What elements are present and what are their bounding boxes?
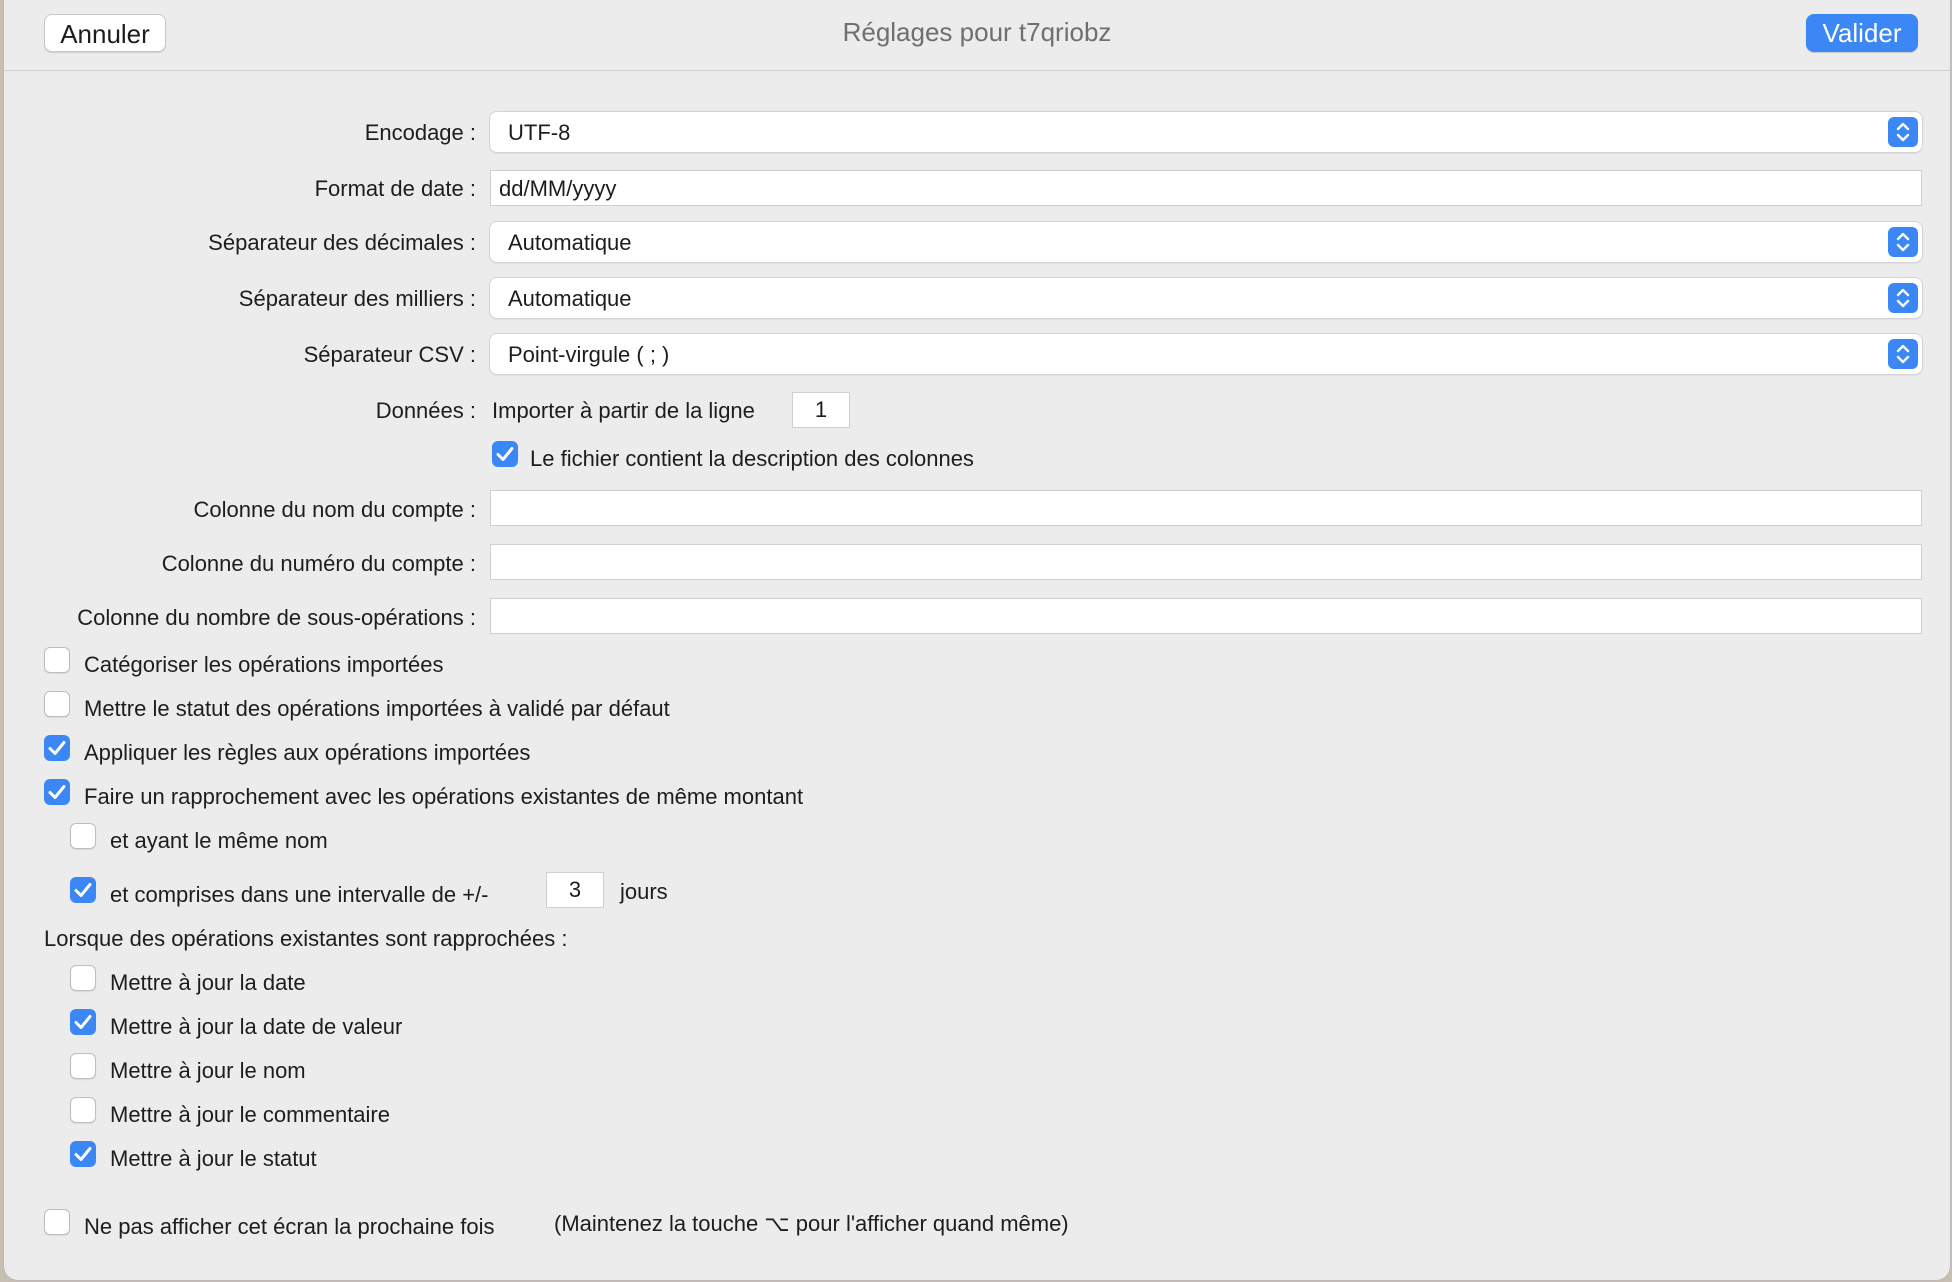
validate-button[interactable]: Valider — [1806, 14, 1918, 52]
thousands-separator-value: Automatique — [508, 286, 632, 311]
update-date-checkbox[interactable] — [70, 965, 96, 991]
thousands-separator-select[interactable]: Automatique — [490, 278, 1922, 318]
option-match-amount-label: Faire un rapprochement avec les opératio… — [84, 784, 804, 809]
has-header-checkbox[interactable] — [492, 441, 518, 467]
decimal-separator-label: Séparateur des décimales : — [208, 230, 476, 255]
thousands-separator-label: Séparateur des milliers : — [238, 286, 476, 311]
updown-chevron-icon — [1888, 339, 1918, 369]
match-interval-checkbox[interactable] — [70, 877, 96, 903]
account-number-col-label: Colonne du numéro du compte : — [161, 551, 476, 576]
checkmark-icon — [48, 785, 66, 799]
update-value-date-label: Mettre à jour la date de valeur — [110, 1014, 403, 1039]
encoding-value: UTF-8 — [508, 120, 571, 145]
account-name-col-label: Colonne du nom du compte : — [193, 497, 476, 522]
reconcile-heading: Lorsque des opérations existantes sont r… — [44, 926, 568, 951]
update-name-label: Mettre à jour le nom — [110, 1058, 306, 1083]
has-header-label: Le fichier contient la description des c… — [530, 446, 974, 471]
option-categorize-checkbox[interactable] — [44, 647, 70, 673]
csv-separator-select[interactable]: Point-virgule ( ; ) — [490, 334, 1922, 374]
option-apply-rules-label: Appliquer les règles aux opérations impo… — [84, 740, 531, 765]
match-same-name-checkbox[interactable] — [70, 823, 96, 849]
checkmark-icon — [496, 447, 514, 461]
account-number-col-field[interactable] — [490, 544, 1922, 580]
option-categorize-label: Catégoriser les opérations importées — [84, 652, 444, 677]
updown-chevron-icon — [1888, 283, 1918, 313]
option-key-hint: (Maintenez la touche ⌥ pour l'afficher q… — [554, 1211, 1069, 1236]
date-format-field[interactable]: dd/MM/yyyy — [490, 170, 1922, 206]
checkmark-icon — [74, 883, 92, 897]
suboperations-col-field[interactable] — [490, 598, 1922, 634]
match-interval-days-field[interactable]: 3 — [546, 872, 604, 908]
decimal-separator-value: Automatique — [508, 230, 632, 255]
import-from-line-field[interactable]: 1 — [792, 392, 850, 428]
sheet-header: Annuler Réglages pour t7qriobz Valider — [4, 0, 1950, 71]
update-status-checkbox[interactable] — [70, 1141, 96, 1167]
settings-sheet: Annuler Réglages pour t7qriobz Valider E… — [4, 0, 1950, 1280]
checkmark-icon — [74, 1147, 92, 1161]
encoding-label: Encodage : — [364, 120, 476, 145]
dont-show-again-checkbox[interactable] — [44, 1209, 70, 1235]
update-comment-label: Mettre à jour le commentaire — [110, 1102, 390, 1127]
match-interval-label: et comprises dans une intervalle de +/- — [110, 882, 489, 907]
dont-show-again-label: Ne pas afficher cet écran la prochaine f… — [84, 1214, 495, 1239]
updown-chevron-icon — [1888, 117, 1918, 147]
data-label: Données : — [375, 398, 476, 423]
update-comment-checkbox[interactable] — [70, 1097, 96, 1123]
match-same-name-label: et ayant le même nom — [110, 828, 328, 853]
option-validated-status-checkbox[interactable] — [44, 691, 70, 717]
checkmark-icon — [48, 741, 66, 755]
match-interval-unit: jours — [620, 879, 668, 904]
option-validated-status-label: Mettre le statut des opérations importée… — [84, 696, 670, 721]
csv-separator-label: Séparateur CSV : — [303, 342, 476, 367]
update-status-label: Mettre à jour le statut — [110, 1146, 317, 1171]
date-format-value: dd/MM/yyyy — [499, 176, 617, 201]
update-date-label: Mettre à jour la date — [110, 970, 306, 995]
decimal-separator-select[interactable]: Automatique — [490, 222, 1922, 262]
import-from-label: Importer à partir de la ligne — [492, 398, 755, 423]
csv-separator-value: Point-virgule ( ; ) — [508, 342, 670, 367]
checkmark-icon — [74, 1015, 92, 1029]
suboperations-col-label: Colonne du nombre de sous-opérations : — [77, 605, 476, 630]
account-name-col-field[interactable] — [490, 490, 1922, 526]
update-value-date-checkbox[interactable] — [70, 1009, 96, 1035]
updown-chevron-icon — [1888, 227, 1918, 257]
option-apply-rules-checkbox[interactable] — [44, 735, 70, 761]
encoding-select[interactable]: UTF-8 — [490, 112, 1922, 152]
option-match-amount-checkbox[interactable] — [44, 779, 70, 805]
date-format-label: Format de date : — [314, 176, 476, 201]
sheet-title: Réglages pour t7qriobz — [842, 17, 1112, 47]
update-name-checkbox[interactable] — [70, 1053, 96, 1079]
